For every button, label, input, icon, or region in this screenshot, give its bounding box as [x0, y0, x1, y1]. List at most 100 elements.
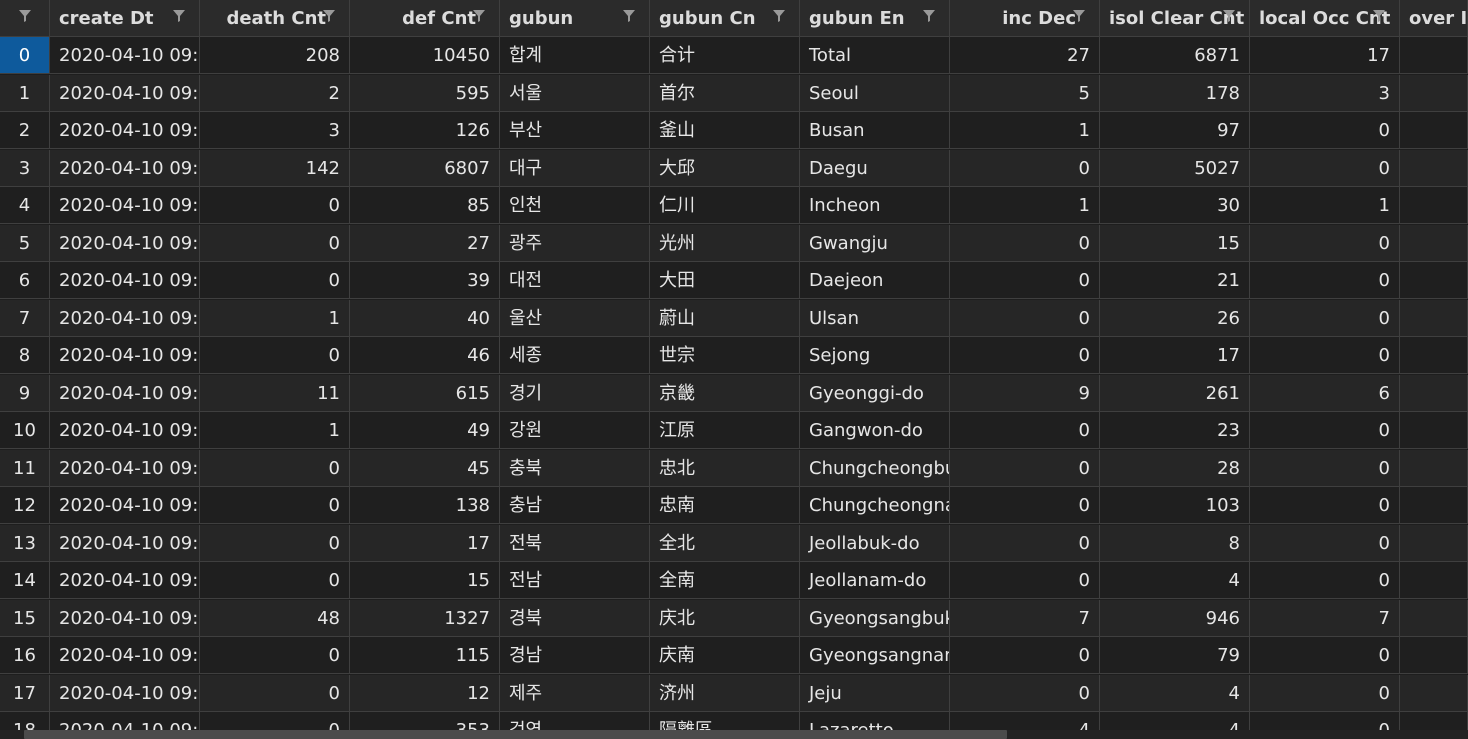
table-cell[interactable]: 2020-04-10 09:0 — [50, 562, 200, 599]
table-row[interactable]: 9 2020-04-10 09:0 11 615 경기 京畿 Gyeonggi-do 9 261… — [0, 374, 1468, 412]
row-index-cell[interactable]: 1 — [0, 74, 50, 112]
row-index-cell[interactable]: 17 — [0, 674, 50, 712]
row-index-cell[interactable]: 6 — [0, 262, 50, 299]
column-header[interactable]: create Dt — [50, 0, 200, 37]
table-cell[interactable]: 강원 — [500, 412, 650, 449]
column-header[interactable]: over I — [1400, 0, 1468, 37]
table-cell[interactable]: 3 — [1250, 74, 1400, 112]
table-cell[interactable]: 4 — [1100, 674, 1250, 712]
table-cell[interactable]: Daegu — [800, 149, 950, 187]
table-cell[interactable]: 2020-04-10 09:0 — [50, 637, 200, 674]
column-header[interactable]: def Cnt — [350, 0, 500, 37]
column-header[interactable] — [0, 0, 50, 37]
table-cell[interactable]: 0 — [950, 674, 1100, 712]
table-cell[interactable] — [1400, 37, 1468, 74]
table-cell[interactable]: 대구 — [500, 149, 650, 187]
table-cell[interactable]: 충남 — [500, 487, 650, 524]
row-index-cell[interactable]: 15 — [0, 599, 50, 637]
table-cell[interactable]: 忠南 — [650, 487, 800, 524]
table-cell[interactable]: 0 — [1250, 412, 1400, 449]
table-cell[interactable]: 광주 — [500, 224, 650, 262]
table-row[interactable]: 11 2020-04-10 09:0 0 45 충북 忠北 Chungcheongbu 0 28… — [0, 449, 1468, 487]
table-cell[interactable]: 48 — [200, 599, 350, 637]
table-cell[interactable]: 0 — [1250, 637, 1400, 674]
row-index-cell[interactable]: 7 — [0, 299, 50, 337]
table-row[interactable]: 17 2020-04-10 09:0 0 12 제주 济州 Jeju 0 4 0 — [0, 674, 1468, 712]
horizontal-scrollbar-thumb[interactable] — [24, 730, 1007, 739]
table-row[interactable]: 7 2020-04-10 09:0 1 40 울산 蔚山 Ulsan 0 26 0 — [0, 299, 1468, 337]
table-cell[interactable]: 世宗 — [650, 337, 800, 374]
table-cell[interactable]: 115 — [350, 637, 500, 674]
table-cell[interactable]: Sejong — [800, 337, 950, 374]
table-cell[interactable] — [1400, 262, 1468, 299]
table-cell[interactable] — [1400, 599, 1468, 637]
table-cell[interactable]: 0 — [950, 299, 1100, 337]
table-cell[interactable]: 17 — [1250, 37, 1400, 74]
table-cell[interactable]: 9 — [950, 374, 1100, 412]
table-cell[interactable]: 2020-04-10 09:0 — [50, 299, 200, 337]
table-cell[interactable]: Total — [800, 37, 950, 74]
table-cell[interactable]: 49 — [350, 412, 500, 449]
table-cell[interactable]: 97 — [1100, 112, 1250, 149]
table-cell[interactable]: 光州 — [650, 224, 800, 262]
table-row[interactable]: 0 2020-04-10 09:0 208 10450 합계 合计 Total 27 6871 1… — [0, 37, 1468, 74]
table-row[interactable]: 12 2020-04-10 09:0 0 138 충남 忠南 Chungcheongna 0 1… — [0, 487, 1468, 524]
row-index-cell[interactable]: 11 — [0, 449, 50, 487]
table-cell[interactable]: Chungcheongbu — [800, 449, 950, 487]
table-cell[interactable]: Daejeon — [800, 262, 950, 299]
table-cell[interactable]: 0 — [200, 262, 350, 299]
table-cell[interactable]: 142 — [200, 149, 350, 187]
table-cell[interactable]: 11 — [200, 374, 350, 412]
table-cell[interactable] — [1400, 337, 1468, 374]
table-cell[interactable]: Jeollabuk-do — [800, 524, 950, 562]
table-cell[interactable]: 2020-04-10 09:0 — [50, 187, 200, 224]
table-cell[interactable]: 2020-04-10 09:0 — [50, 524, 200, 562]
table-cell[interactable]: 江原 — [650, 412, 800, 449]
table-cell[interactable]: 28 — [1100, 449, 1250, 487]
table-cell[interactable]: 전북 — [500, 524, 650, 562]
table-cell[interactable]: 全南 — [650, 562, 800, 599]
filter-icon[interactable] — [173, 10, 185, 22]
table-cell[interactable]: 0 — [950, 637, 1100, 674]
filter-icon[interactable] — [623, 10, 635, 22]
column-header[interactable]: gubun Cn — [650, 0, 800, 37]
table-cell[interactable]: 仁川 — [650, 187, 800, 224]
table-cell[interactable]: 2020-04-10 09:0 — [50, 487, 200, 524]
filter-icon[interactable] — [473, 10, 485, 22]
table-cell[interactable]: 서울 — [500, 74, 650, 112]
table-cell[interactable]: 261 — [1100, 374, 1250, 412]
table-cell[interactable]: 2020-04-10 09:0 — [50, 37, 200, 74]
table-cell[interactable]: Jeju — [800, 674, 950, 712]
row-index-cell[interactable]: 4 — [0, 187, 50, 224]
table-cell[interactable]: Gyeongsangbuk — [800, 599, 950, 637]
table-cell[interactable] — [1400, 149, 1468, 187]
table-cell[interactable]: 595 — [350, 74, 500, 112]
table-cell[interactable]: 5 — [950, 74, 1100, 112]
table-cell[interactable]: 2 — [200, 74, 350, 112]
table-cell[interactable]: 0 — [1250, 674, 1400, 712]
table-cell[interactable] — [1400, 112, 1468, 149]
table-cell[interactable]: 79 — [1100, 637, 1250, 674]
table-cell[interactable]: 0 — [950, 262, 1100, 299]
table-row[interactable]: 3 2020-04-10 09:0 142 6807 대구 大邱 Daegu 0 5027 0 — [0, 149, 1468, 187]
table-cell[interactable]: 0 — [1250, 224, 1400, 262]
table-row[interactable]: 14 2020-04-10 09:0 0 15 전남 全南 Jeollanam-do 0 4 0 — [0, 562, 1468, 599]
table-cell[interactable]: 부산 — [500, 112, 650, 149]
table-cell[interactable]: 0 — [200, 337, 350, 374]
table-cell[interactable] — [1400, 562, 1468, 599]
table-cell[interactable] — [1400, 412, 1468, 449]
table-cell[interactable] — [1400, 374, 1468, 412]
table-cell[interactable]: 庆北 — [650, 599, 800, 637]
table-cell[interactable] — [1400, 74, 1468, 112]
row-index-cell[interactable]: 5 — [0, 224, 50, 262]
table-cell[interactable]: 首尔 — [650, 74, 800, 112]
table-cell[interactable]: 2020-04-10 09:0 — [50, 262, 200, 299]
table-row[interactable]: 13 2020-04-10 09:0 0 17 전북 全北 Jeollabuk-do 0 8 0 — [0, 524, 1468, 562]
table-cell[interactable]: 0 — [200, 674, 350, 712]
table-row[interactable]: 16 2020-04-10 09:0 0 115 경남 庆南 Gyeongsangnam 0 7… — [0, 637, 1468, 674]
table-cell[interactable]: 27 — [950, 37, 1100, 74]
table-cell[interactable]: 京畿 — [650, 374, 800, 412]
table-cell[interactable]: 0 — [1250, 262, 1400, 299]
row-index-cell[interactable]: 16 — [0, 637, 50, 674]
table-cell[interactable]: 庆南 — [650, 637, 800, 674]
